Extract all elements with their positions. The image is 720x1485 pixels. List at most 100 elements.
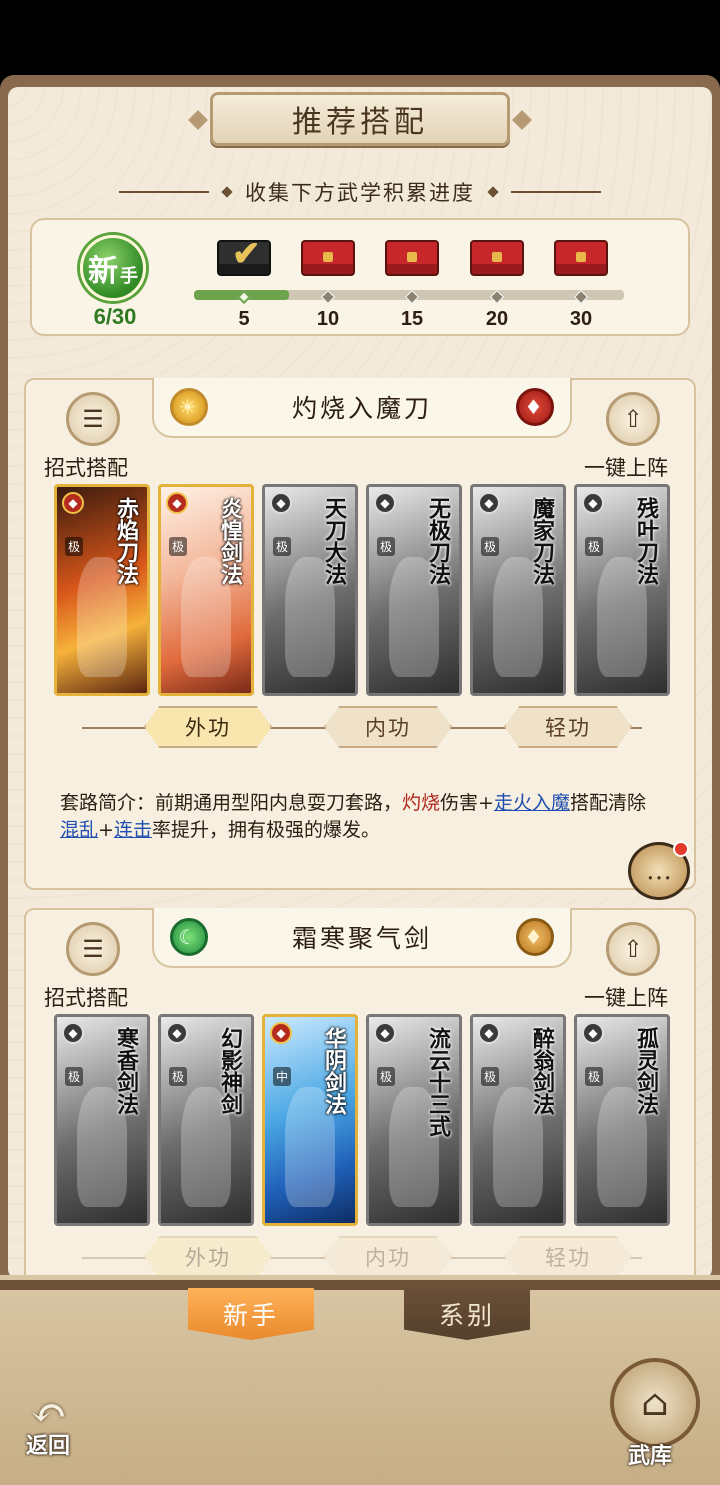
tier-badge: 极: [377, 1067, 396, 1086]
tab-school[interactable]: 系别: [404, 1288, 530, 1340]
skill-card[interactable]: ◆ 极 寒香剑法: [54, 1014, 150, 1226]
skill-card[interactable]: ◆ 极 残叶刀法: [574, 484, 670, 696]
scroll-icon[interactable]: ☰: [66, 392, 120, 446]
desc-text: 率提升，拥有极强的爆发。: [151, 819, 380, 841]
chest-container: [384, 240, 440, 280]
tab-novice[interactable]: 新手: [188, 1288, 314, 1340]
milestone-value: 10: [316, 308, 340, 330]
element-badge-icon: ◆: [62, 1022, 84, 1044]
skill-card[interactable]: ◆ 中 华阴剑法: [262, 1014, 358, 1226]
keyword-burn[interactable]: 灼烧: [402, 792, 440, 814]
sword-icon: ♦: [516, 918, 554, 956]
element-badge-icon: ◆: [582, 492, 604, 514]
move-combo-button[interactable]: 招式搭配: [44, 452, 128, 482]
tier-badge: 极: [169, 537, 188, 556]
skill-card[interactable]: ◆ 极 孤灵剑法: [574, 1014, 670, 1226]
tier-badge: 中: [273, 1067, 292, 1086]
skill-name: 天刀大法: [321, 497, 347, 585]
skill-name: 魔家刀法: [529, 497, 555, 585]
skill-card[interactable]: ◆ 极 魔家刀法: [470, 484, 566, 696]
skill-card[interactable]: ◆ 极 幻影神剑: [158, 1014, 254, 1226]
skill-name: 孤灵剑法: [633, 1027, 659, 1115]
milestone-value: 20: [485, 308, 509, 330]
milestone-marker: [320, 289, 336, 305]
milestone-reward[interactable]: ✔ 5: [209, 234, 279, 331]
chat-icon[interactable]: …: [628, 841, 690, 900]
tab-inner-skill[interactable]: 内功: [324, 1236, 452, 1278]
milestone-marker: [489, 289, 505, 305]
skill-card[interactable]: ◆ 极 天刀大法: [262, 484, 358, 696]
collection-progress-card: 新手 6/30 ✔ 5 10 15 20 30: [30, 218, 690, 336]
element-badge-icon: ◆: [62, 492, 84, 514]
upload-icon[interactable]: ⇧: [606, 922, 660, 976]
milestone-reward[interactable]: 30: [546, 240, 616, 331]
skill-name: 残叶刀法: [633, 497, 659, 585]
scroll-icon[interactable]: ☰: [66, 922, 120, 976]
skill-card[interactable]: ◆ 极 炎惶剑法: [158, 484, 254, 696]
treasure-chest-icon: [385, 240, 439, 276]
tab-outer-skill[interactable]: 外功: [144, 1236, 272, 1278]
skill-name: 幻影神剑: [217, 1027, 243, 1115]
element-badge-icon: ◆: [478, 1022, 500, 1044]
tab-light-skill[interactable]: 轻功: [504, 1236, 632, 1278]
tier-badge: 极: [65, 537, 84, 556]
milestone-reward[interactable]: 20: [462, 240, 532, 331]
combo-title-1: ☀ 灼烧入魔刀 ♦: [152, 378, 572, 438]
skill-card-row: ◆ 极 寒香剑法 ◆ 极 幻影神剑 ◆ 中 华阴剑法 ◆ 极 流云十三式 ◆ 极 醉翁剑法 ◆ 极 孤灵剑法: [54, 1014, 670, 1226]
move-combo-button[interactable]: 招式搭配: [44, 982, 128, 1012]
skill-card[interactable]: ◆ 极 醉翁剑法: [470, 1014, 566, 1226]
back-label: 返回: [26, 1433, 71, 1459]
tier-badge: 极: [273, 537, 292, 556]
notification-dot: [673, 841, 689, 857]
upload-icon[interactable]: ⇧: [606, 392, 660, 446]
blade-icon: ♦: [516, 388, 554, 426]
sun-icon: ☀: [170, 388, 208, 426]
skill-card[interactable]: ◆ 极 赤焰刀法: [54, 484, 150, 696]
divider-dot: [487, 186, 499, 198]
milestone-value: 30: [569, 308, 593, 330]
element-badge-icon: ◆: [374, 1022, 396, 1044]
tab-light-skill[interactable]: 轻功: [504, 706, 632, 748]
equip-all-button[interactable]: 一键上阵: [584, 982, 668, 1012]
milestone-marker: [404, 289, 420, 305]
skill-card[interactable]: ◆ 极 流云十三式: [366, 1014, 462, 1226]
divider-dot: [221, 186, 233, 198]
keyword-qi-deviation[interactable]: 走火入魔: [494, 792, 570, 814]
skill-name: 无极刀法: [425, 497, 451, 585]
skill-type-tabs: 外功 内功 轻功: [82, 1236, 642, 1280]
armory-button[interactable]: ⌂ 武库: [606, 1358, 704, 1469]
divider-right: [511, 191, 601, 193]
subtitle-text: 收集下方武学积累进度: [245, 181, 475, 205]
equip-all-button[interactable]: 一键上阵: [584, 452, 668, 482]
skill-card-row: ◆ 极 赤焰刀法 ◆ 极 炎惶剑法 ◆ 极 天刀大法 ◆ 极 无极刀法 ◆ 极 魔家刀法 ◆ 极 残叶刀法: [54, 484, 670, 696]
element-badge-icon: ◆: [270, 1022, 292, 1044]
skill-type-tabs: 外功 内功 轻功: [82, 706, 642, 750]
tab-outer-skill[interactable]: 外功: [144, 706, 272, 748]
keyword-chaos[interactable]: 混乱: [60, 819, 98, 841]
tab-inner-skill[interactable]: 内功: [324, 706, 452, 748]
combo-description: 套路简介：前期通用型阳内息耍刀套路，灼烧伤害+走火入魔搭配清除混乱+连击率提升，…: [60, 790, 660, 844]
combo-title-2: ☾ 霜寒聚气剑 ♦: [152, 908, 572, 968]
armory-building-icon: ⌂: [610, 1358, 700, 1448]
milestone-marker: [236, 289, 252, 305]
checkmark-icon: ✔: [232, 234, 261, 274]
back-button[interactable]: ↶ 返回: [22, 1388, 102, 1462]
progress-count: 6/30: [93, 304, 137, 329]
milestone-reward[interactable]: 15: [377, 240, 447, 331]
chest-container: [300, 240, 356, 280]
keyword-combo-hit[interactable]: 连击: [114, 819, 152, 841]
treasure-chest-icon: [470, 240, 524, 276]
skill-name: 炎惶剑法: [217, 497, 243, 585]
skill-name: 华阴剑法: [321, 1027, 347, 1115]
skill-name: 流云十三式: [425, 1027, 451, 1137]
skill-card[interactable]: ◆ 极 无极刀法: [366, 484, 462, 696]
milestone-reward[interactable]: 10: [293, 240, 363, 331]
tier-badge: 极: [481, 537, 500, 556]
element-badge-icon: ◆: [374, 492, 396, 514]
milestone-marker: [573, 289, 589, 305]
element-badge-icon: ◆: [166, 1022, 188, 1044]
chest-container: [553, 240, 609, 280]
badge-main-text: 新: [88, 254, 118, 289]
desc-text: 伤害+: [440, 792, 494, 814]
moon-icon: ☾: [170, 918, 208, 956]
